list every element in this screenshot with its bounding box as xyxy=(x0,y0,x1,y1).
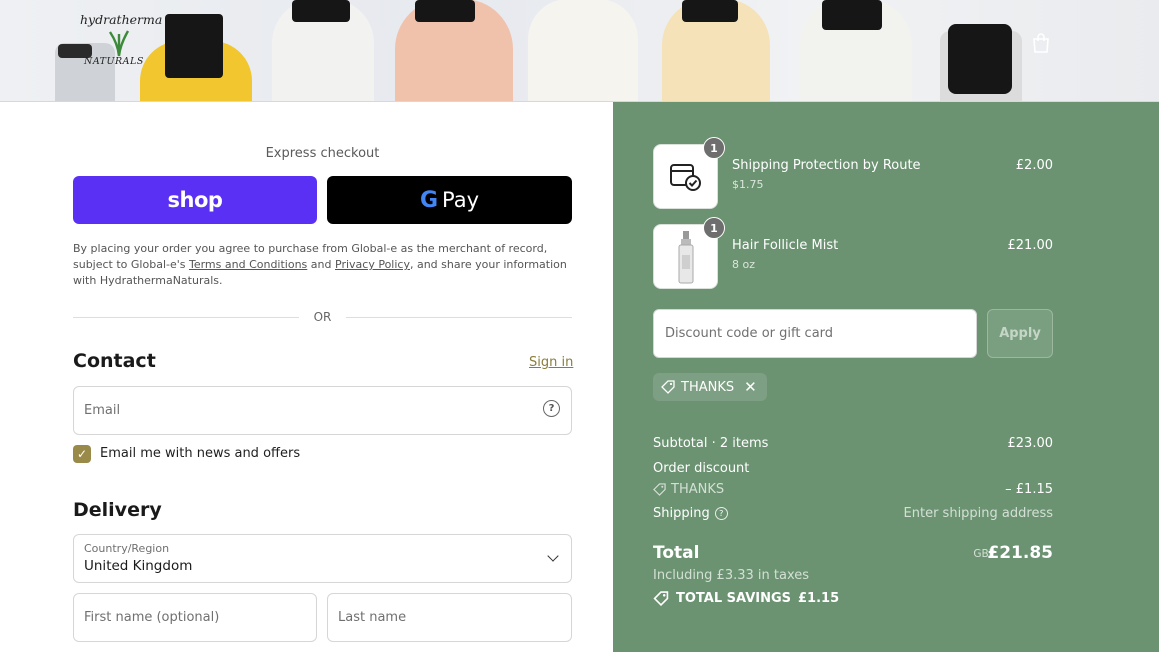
shop-pay-label: shop xyxy=(167,188,223,212)
order-discount-label: Order discount xyxy=(653,461,750,476)
sign-in-link[interactable]: Sign in xyxy=(529,355,573,370)
delivery-heading: Delivery xyxy=(73,499,162,521)
country-label: Country/Region xyxy=(84,542,170,555)
quantity-badge: 1 xyxy=(703,217,725,239)
tag-icon xyxy=(653,483,666,496)
bottle-cap xyxy=(682,0,738,22)
merchant-legal-text: By placing your order you agree to purch… xyxy=(73,242,567,287)
tag-icon xyxy=(661,380,675,394)
savings-value: £1.15 xyxy=(798,591,840,606)
google-pay-label: Pay xyxy=(442,188,480,212)
taxes-note: Including £3.33 in taxes xyxy=(653,568,810,583)
remove-discount-icon[interactable]: ✕ xyxy=(744,378,757,396)
product-bottle xyxy=(528,0,638,101)
last-name-placeholder: Last name xyxy=(338,610,407,625)
checkout-form-panel: Express checkout shop G Pay By placing y… xyxy=(0,102,613,652)
help-icon[interactable]: ? xyxy=(714,507,728,520)
tag-icon xyxy=(653,591,669,606)
logo-text-top: hydratherma xyxy=(80,12,163,27)
item-thumbnail: 1 xyxy=(653,217,725,289)
discount-code-row: THANKS xyxy=(653,482,724,497)
bottle-cap xyxy=(292,0,350,22)
privacy-link[interactable]: Privacy Policy xyxy=(335,258,410,271)
discount-code-input[interactable]: Discount code or gift card xyxy=(653,309,977,358)
item-subtitle: 8 oz xyxy=(732,258,755,271)
google-g-icon: G xyxy=(419,187,439,213)
newsletter-checkbox[interactable]: ✓ xyxy=(73,445,91,463)
logo-leaf-icon xyxy=(109,30,130,57)
item-thumbnail: 1 xyxy=(653,137,725,209)
newsletter-label: Email me with news and offers xyxy=(100,446,301,461)
total-value: £21.85 xyxy=(987,543,1053,563)
item-name: Shipping Protection by Route xyxy=(732,158,921,173)
email-placeholder: Email xyxy=(84,403,121,418)
item-subtitle: $1.75 xyxy=(732,178,764,191)
apply-discount-button[interactable]: Apply xyxy=(987,309,1053,358)
country-select[interactable]: Country/Region United Kingdom xyxy=(73,534,572,583)
spray-bottle-icon xyxy=(678,231,694,284)
subtotal-value: £23.00 xyxy=(1007,436,1054,451)
total-savings-row: TOTAL SAVINGS £1.15 xyxy=(653,591,839,606)
item-price: £2.00 xyxy=(1015,158,1053,173)
divider-line xyxy=(346,317,572,318)
package-check-icon xyxy=(670,164,701,191)
or-divider: OR xyxy=(73,310,572,324)
discount-value: – £1.15 xyxy=(1005,482,1053,497)
bottle-cap xyxy=(415,0,475,22)
header-banner: hydratherma NATURALS xyxy=(0,0,1159,102)
shipping-label: Shipping xyxy=(653,506,710,521)
country-value: United Kingdom xyxy=(84,558,193,574)
email-field[interactable]: Email ? xyxy=(73,386,572,435)
discount-placeholder: Discount code or gift card xyxy=(665,326,834,341)
express-checkout-title: Express checkout xyxy=(265,146,380,161)
chevron-down-icon xyxy=(547,550,559,562)
bottle-cap xyxy=(822,0,882,30)
subtotal-label: Subtotal · 2 items xyxy=(653,436,769,451)
total-label: Total xyxy=(653,543,700,563)
contact-heading: Contact xyxy=(73,350,156,372)
checkmark-icon: ✓ xyxy=(76,447,88,461)
order-summary-panel: 1 Shipping Protection by Route $1.75 £2.… xyxy=(613,102,1159,652)
google-pay-button[interactable]: G Pay xyxy=(327,176,572,224)
logo-text-bottom: NATURALS xyxy=(84,56,144,67)
shipping-value: Enter shipping address xyxy=(903,506,1053,521)
bottle-cap xyxy=(165,14,223,78)
brand-logo[interactable]: hydratherma NATURALS xyxy=(78,10,162,76)
item-price: £21.00 xyxy=(1007,238,1054,253)
terms-link[interactable]: Terms and Conditions xyxy=(189,258,307,271)
applied-discount-tag: THANKS ✕ xyxy=(653,373,767,401)
shipping-label-row: Shipping? xyxy=(653,506,728,521)
savings-label: TOTAL SAVINGS xyxy=(676,591,792,606)
bottle-cap xyxy=(948,24,1012,94)
help-icon[interactable]: ? xyxy=(543,400,560,417)
discount-code-name: THANKS xyxy=(671,482,725,497)
first-name-field[interactable]: First name (optional) xyxy=(73,593,317,642)
item-name: Hair Follicle Mist xyxy=(732,238,839,253)
quantity-badge: 1 xyxy=(703,137,725,159)
last-name-field[interactable]: Last name xyxy=(327,593,572,642)
shop-pay-button[interactable]: shop xyxy=(73,176,317,224)
first-name-placeholder: First name (optional) xyxy=(84,610,220,625)
applied-code-label: THANKS xyxy=(681,379,735,395)
shopping-bag-icon[interactable] xyxy=(1030,32,1052,54)
